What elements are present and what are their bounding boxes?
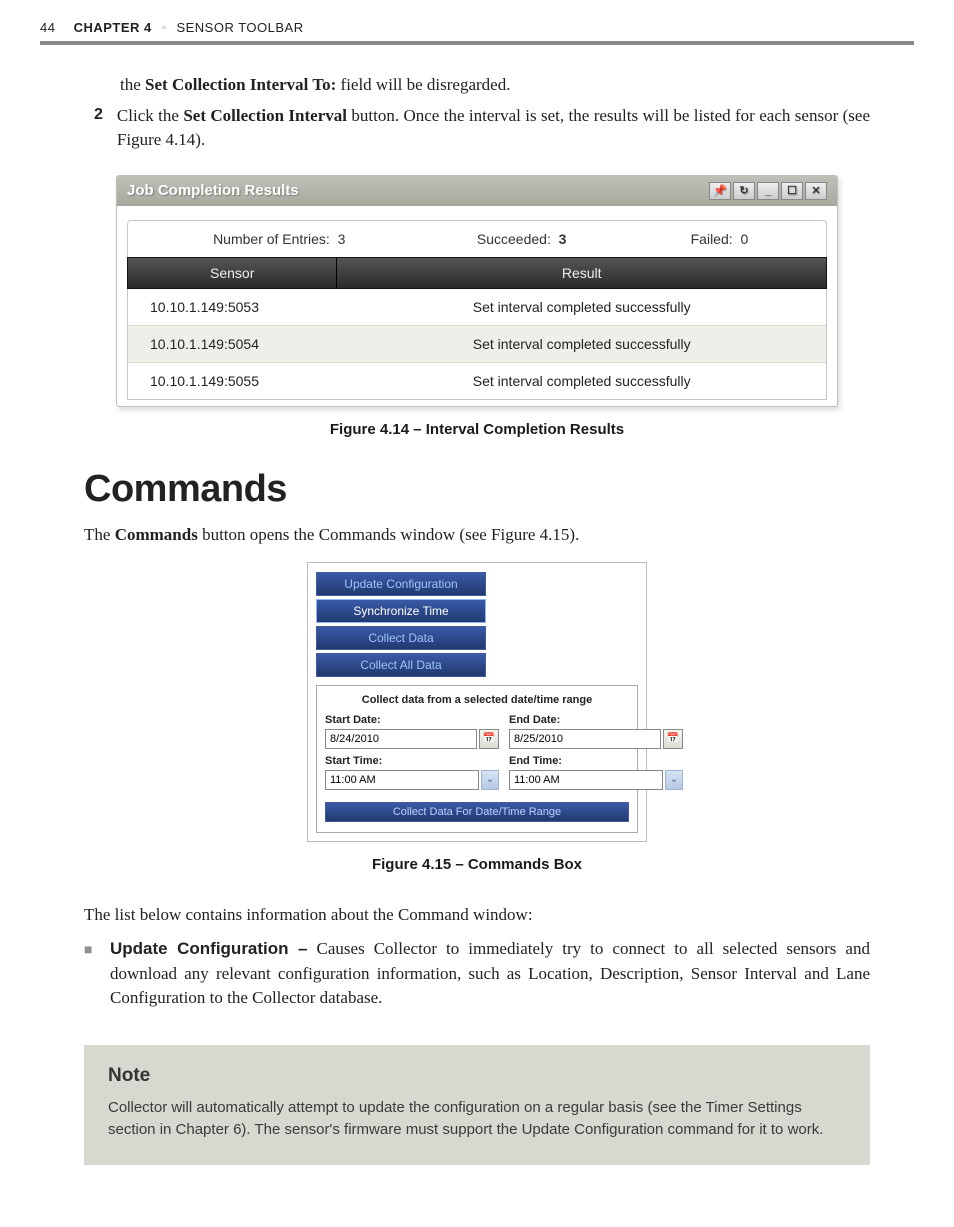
table-row: 10.10.1.149:5054 Set interval completed …: [127, 326, 827, 363]
table-row: 10.10.1.149:5055 Set interval completed …: [127, 363, 827, 400]
note-heading: Note: [108, 1065, 846, 1087]
succeeded-stat: Succeeded: 3: [400, 231, 642, 247]
maximize-icon[interactable]: ☐: [781, 182, 803, 200]
chapter-title: SENSOR TOOLBAR: [176, 20, 303, 35]
box-title: Collect data from a selected date/time r…: [325, 694, 629, 706]
bullet-square-icon: ■: [84, 937, 110, 1011]
synchronize-time-button[interactable]: Synchronize Time: [316, 599, 486, 623]
cell-sensor: 10.10.1.149:5055: [128, 363, 337, 399]
figure-4-15: Update Configuration Synchronize Time Co…: [307, 562, 647, 842]
figure-4-14: Job Completion Results 📌 ↻ _ ☐ ✕ Number …: [116, 175, 838, 407]
window-title: Job Completion Results: [127, 182, 299, 199]
start-time-input[interactable]: [325, 770, 479, 790]
start-date-input[interactable]: [325, 729, 477, 749]
chapter-label: CHAPTER 4: [74, 20, 152, 35]
list-intro: The list below contains information abou…: [84, 903, 870, 928]
collect-data-button[interactable]: Collect Data: [316, 626, 486, 650]
window-titlebar: Job Completion Results 📌 ↻ _ ☐ ✕: [117, 176, 837, 206]
step-2: 2 Click the Set Collection Interval butt…: [94, 104, 870, 153]
figure-4-14-caption: Figure 4.14 – Interval Completion Result…: [40, 421, 914, 438]
bullet-body: Update Configuration – Causes Collector …: [110, 937, 870, 1011]
commands-heading: Commands: [84, 468, 914, 511]
note-body: Collector will automatically attempt to …: [108, 1097, 846, 1141]
table-row: 10.10.1.149:5053 Set interval completed …: [127, 289, 827, 326]
failed-stat: Failed: 0: [643, 231, 796, 247]
intro-line: the Set Collection Interval To: field wi…: [120, 73, 870, 98]
end-date-label: End Date:: [509, 714, 683, 726]
chevron-down-icon[interactable]: ⌄: [665, 770, 683, 790]
cell-sensor: 10.10.1.149:5053: [128, 289, 337, 325]
intro-bold: Set Collection Interval To:: [145, 75, 336, 94]
calendar-icon[interactable]: 📅: [663, 729, 683, 749]
minimize-icon[interactable]: _: [757, 182, 779, 200]
step-bold: Set Collection Interval: [183, 106, 347, 125]
note-box: Note Collector will automatically attemp…: [84, 1045, 870, 1165]
figure-4-15-wrap: Update Configuration Synchronize Time Co…: [40, 562, 914, 842]
step-pre: Click the: [117, 106, 183, 125]
bullet-title: Update Configuration –: [110, 939, 308, 958]
square-separator: ▫: [162, 22, 166, 34]
window-buttons: 📌 ↻ _ ☐ ✕: [707, 182, 827, 200]
calendar-icon[interactable]: 📅: [479, 729, 499, 749]
step-number: 2: [94, 104, 103, 124]
page-header: 44 CHAPTER 4 ▫ SENSOR TOOLBAR: [40, 20, 914, 45]
figure-4-15-caption: Figure 4.15 – Commands Box: [40, 856, 914, 873]
date-range-box: Collect data from a selected date/time r…: [316, 685, 638, 833]
summary-bar: Number of Entries: 3 Succeeded: 3 Failed…: [127, 220, 827, 257]
end-time-label: End Time:: [509, 755, 683, 767]
end-time-input[interactable]: [509, 770, 663, 790]
bullet-update-config: ■ Update Configuration – Causes Collecto…: [84, 937, 870, 1011]
start-time-label: Start Time:: [325, 755, 499, 767]
col-sensor: Sensor: [128, 258, 337, 288]
col-result: Result: [337, 258, 826, 288]
refresh-icon[interactable]: ↻: [733, 182, 755, 200]
pin-icon[interactable]: 📌: [709, 182, 731, 200]
cell-result: Set interval completed successfully: [337, 363, 826, 399]
entries-stat: Number of Entries: 3: [158, 231, 400, 247]
collect-range-button[interactable]: Collect Data For Date/Time Range: [325, 802, 629, 822]
collect-all-data-button[interactable]: Collect All Data: [316, 653, 486, 677]
start-date-label: Start Date:: [325, 714, 499, 726]
update-config-button[interactable]: Update Configuration: [316, 572, 486, 596]
cell-sensor: 10.10.1.149:5054: [128, 326, 337, 362]
step-body: Click the Set Collection Interval button…: [117, 104, 870, 153]
window-body: Number of Entries: 3 Succeeded: 3 Failed…: [117, 206, 837, 406]
cell-result: Set interval completed successfully: [337, 289, 826, 325]
table-header: Sensor Result: [127, 257, 827, 289]
close-icon[interactable]: ✕: [805, 182, 827, 200]
page-number: 44: [40, 20, 55, 35]
cell-result: Set interval completed successfully: [337, 326, 826, 362]
end-date-input[interactable]: [509, 729, 661, 749]
commands-intro: The Commands button opens the Commands w…: [84, 523, 870, 548]
chevron-down-icon[interactable]: ⌄: [481, 770, 499, 790]
